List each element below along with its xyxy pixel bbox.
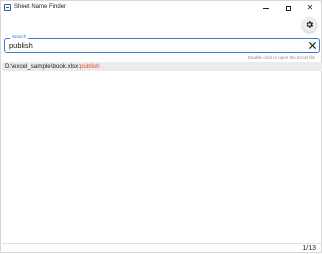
app-window: Sheet Name Finder ✕ Search publish Doubl… [0,0,322,253]
open-file-hint: Double click to open the Excel file [247,55,315,60]
gear-icon [306,21,314,28]
search-label: Search [10,34,29,40]
close-window-button[interactable]: ✕ [299,1,321,15]
window-title: Sheet Name Finder [14,4,67,10]
search-field[interactable]: Search publish [4,34,320,53]
status-bar: 1/13 [2,243,322,253]
app-icon [4,4,11,11]
settings-button[interactable] [302,17,317,32]
maximize-button[interactable] [277,1,299,15]
minimize-icon [263,7,269,9]
result-file-path: D:\excel_sample\book.xlsx: [5,63,80,70]
close-icon: ✕ [306,3,314,12]
clear-search-button[interactable] [307,40,318,51]
search-input[interactable]: publish [9,41,33,51]
maximize-icon [285,5,291,11]
result-sheet-name: publish [79,63,100,70]
minimize-button[interactable] [255,1,277,15]
close-icon [309,42,316,49]
list-item[interactable]: D:\excel_sample\book.xlsx:publish [2,62,322,71]
results-list: D:\excel_sample\book.xlsx:publish [2,62,322,71]
title-bar: Sheet Name Finder ✕ [1,1,321,15]
